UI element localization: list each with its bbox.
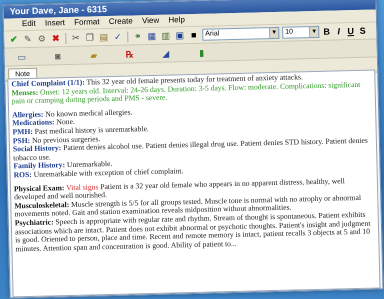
edit-icon[interactable]: ✎ <box>22 33 33 44</box>
monitor-icon[interactable]: ▭ <box>15 50 29 62</box>
font-size-field[interactable]: 10 <box>282 26 311 39</box>
psychiatric: Psychiatric: Speech is appropriate with … <box>15 210 376 253</box>
camera-icon[interactable]: ◙ <box>51 50 65 62</box>
delete-icon[interactable]: ✖ <box>50 33 61 44</box>
psychiatric-text: Speech is appropriate with regular rate … <box>14 209 371 254</box>
menu-edit[interactable]: Edit <box>22 19 36 28</box>
image-icon[interactable]: ▣ <box>174 30 185 41</box>
underline-button[interactable]: U <box>346 26 355 36</box>
bold-button[interactable]: B <box>322 27 331 37</box>
check-icon[interactable]: ✔ <box>8 34 19 45</box>
copy-icon[interactable]: ❐ <box>84 32 95 43</box>
menu-insert[interactable]: Insert <box>45 18 65 27</box>
folder-icon[interactable]: ▰ <box>87 49 101 61</box>
menu-view[interactable]: View <box>142 16 159 25</box>
menu-create[interactable]: Create <box>109 16 133 26</box>
menu-format[interactable]: Format <box>74 17 100 27</box>
rx-icon[interactable]: ℞ <box>123 48 137 60</box>
note-body[interactable]: Chief Complaint (1/1): This 32 year old … <box>7 69 381 298</box>
font-name-field[interactable]: Arial <box>202 27 271 41</box>
document-icon[interactable]: ▮ <box>195 46 209 58</box>
settings-icon[interactable]: ⚙ <box>36 33 47 44</box>
strike-button[interactable]: S <box>358 26 367 36</box>
toolbar-separator <box>127 31 129 43</box>
toolbar-separator <box>65 32 67 44</box>
table-icon[interactable]: ▥ <box>160 30 171 41</box>
chart-icon[interactable]: ▦ <box>146 30 157 41</box>
paste-icon[interactable]: ▤ <box>98 32 109 43</box>
chevron-down-icon[interactable]: ▼ <box>270 26 280 40</box>
chevron-down-icon[interactable]: ▼ <box>310 25 320 39</box>
link-icon[interactable]: ⚭ <box>132 31 143 42</box>
color-swatch-icon[interactable]: ■ <box>188 29 199 40</box>
emr-window: Your Dave, Jane - 6315 Edit Insert Forma… <box>2 0 384 299</box>
cut-icon[interactable]: ✂ <box>70 32 81 43</box>
menu-help[interactable]: Help <box>168 15 185 24</box>
lab-chart-icon[interactable]: ◢ <box>159 47 173 59</box>
italic-button[interactable]: I <box>334 26 343 36</box>
ros-label: ROS: <box>13 169 32 180</box>
spellcheck-icon[interactable]: ✓ <box>112 31 123 42</box>
